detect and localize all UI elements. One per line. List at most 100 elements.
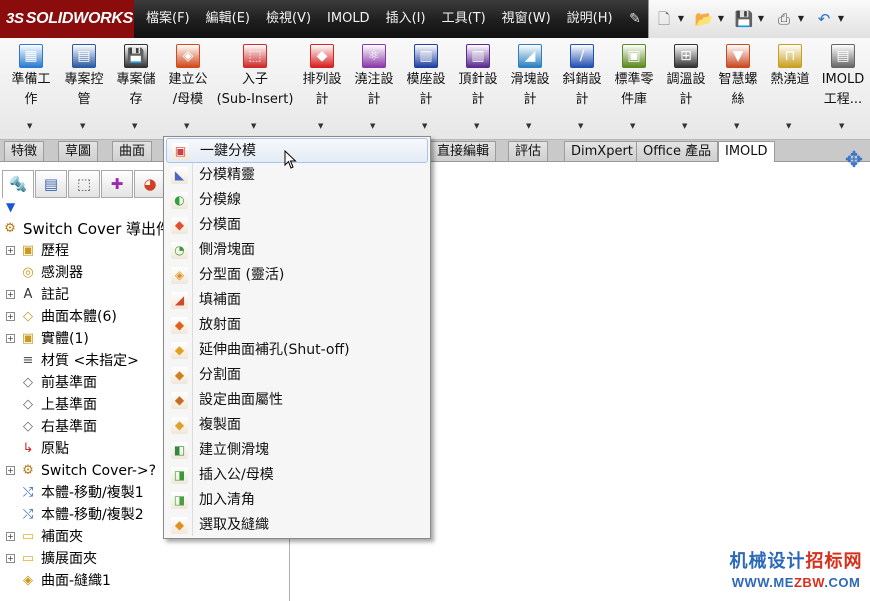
chevron-down-icon[interactable]: ▼ bbox=[422, 122, 427, 130]
filter-icon[interactable]: ▼ bbox=[6, 200, 20, 214]
ribbon-button-core-cavity[interactable]: ◈ 建立公 /母模 ▼ bbox=[162, 38, 214, 140]
tree-item[interactable]: + ▭ 擴展面夾 bbox=[0, 548, 290, 570]
menu-item-flexible-parting[interactable]: ◈ 分型面 (靈活) bbox=[166, 263, 428, 288]
chevron-down-icon[interactable]: ▼ bbox=[184, 122, 189, 130]
chevron-down-icon[interactable]: ▼ bbox=[630, 122, 635, 130]
menu-item-split-face[interactable]: ◆ 分割面 bbox=[166, 363, 428, 388]
chevron-down-icon[interactable]: ▼ bbox=[80, 122, 85, 130]
solidworks-logo[interactable]: 3S SOLIDWORKS bbox=[0, 0, 134, 38]
new-document-icon[interactable]: 🗋 bbox=[653, 8, 675, 30]
menu-item-fill-surface[interactable]: ◢ 填補面 bbox=[166, 288, 428, 313]
tree-item[interactable]: ◈ 曲面-縫織1 bbox=[0, 570, 290, 592]
menu-item-side-slider-face[interactable]: ◔ 側滑塊面 bbox=[166, 238, 428, 263]
save-dropdown[interactable]: ▼ bbox=[755, 8, 767, 30]
ribbon-button-project-control[interactable]: ▤ 專案控 管 ▼ bbox=[58, 38, 110, 140]
menu-item-label: 填補面 bbox=[199, 292, 241, 308]
new-dropdown[interactable]: ▼ bbox=[675, 8, 687, 30]
configuration-manager-icon[interactable]: ⬚ bbox=[68, 170, 100, 198]
tab-6[interactable]: Office 產品 bbox=[636, 141, 719, 161]
undo-icon[interactable]: ↶ bbox=[813, 8, 835, 30]
command-manager: ▦ 準備工 作 ▼ ▤ 專案控 管 ▼ 💾 專案儲 存 ▼ ◈ 建立公 /母模 ▼ ⬚ 入子 (Sub-I… bbox=[0, 38, 870, 140]
chevron-down-icon[interactable]: ▼ bbox=[526, 122, 531, 130]
ribbon-button-layout-design[interactable]: ◆ 排列設 計 ▼ bbox=[296, 38, 348, 140]
tree-item-label: 曲面-縫織1 bbox=[41, 573, 111, 589]
ribbon-button-smart-screw[interactable]: ▼ 智慧螺 絲 ▼ bbox=[712, 38, 764, 140]
menu-item-insert-core-cavity[interactable]: ◨ 插入公/母模 bbox=[166, 463, 428, 488]
menu-item-2[interactable]: 檢視(V) bbox=[258, 0, 319, 38]
display-manager-icon[interactable]: ◕ bbox=[134, 170, 166, 198]
property-manager-icon[interactable]: ▤ bbox=[35, 170, 67, 198]
ribbon-button-mold-base[interactable]: ▥ 模座設 計 ▼ bbox=[400, 38, 452, 140]
expand-toggle-icon[interactable]: + bbox=[6, 532, 15, 541]
menu-item-7[interactable]: 說明(H) bbox=[559, 0, 621, 38]
menu-item-add-corner-relief[interactable]: ◨ 加入清角 bbox=[166, 488, 428, 513]
undo-dropdown[interactable]: ▼ bbox=[835, 8, 847, 30]
plane-icon: ◇ bbox=[23, 375, 33, 390]
expand-toggle-icon[interactable]: + bbox=[6, 334, 15, 343]
ribbon-button-project-save[interactable]: 💾 專案儲 存 ▼ bbox=[110, 38, 162, 140]
menu-item-parting-surface[interactable]: ◆ 分模面 bbox=[166, 213, 428, 238]
menu-item-3[interactable]: IMOLD bbox=[319, 0, 378, 38]
menu-item-radiate-surface[interactable]: ◆ 放射面 bbox=[166, 313, 428, 338]
chevron-down-icon[interactable]: ▼ bbox=[132, 122, 137, 130]
menu-item-shutoff[interactable]: ◆ 延伸曲面補孔(Shut-off) bbox=[166, 338, 428, 363]
expand-toggle-icon[interactable]: + bbox=[6, 312, 15, 321]
menu-item-4[interactable]: 插入(I) bbox=[378, 0, 434, 38]
menu-item-0[interactable]: 檔案(F) bbox=[138, 0, 198, 38]
pin-icon[interactable]: ✎ bbox=[626, 10, 644, 28]
menu-item-copy-face[interactable]: ◆ 複製面 bbox=[166, 413, 428, 438]
chevron-down-icon[interactable]: ▼ bbox=[734, 122, 739, 130]
print-dropdown[interactable]: ▼ bbox=[795, 8, 807, 30]
menu-item-5[interactable]: 工具(T) bbox=[434, 0, 494, 38]
expand-toggle-icon[interactable]: + bbox=[6, 290, 15, 299]
feature-manager-icon[interactable]: 🔩 bbox=[2, 170, 34, 198]
expand-toggle-icon[interactable]: + bbox=[6, 554, 15, 563]
expand-toggle-icon[interactable]: + bbox=[6, 246, 15, 255]
expand-toggle-icon[interactable]: + bbox=[6, 466, 15, 475]
fill-surface-icon: ◢ bbox=[171, 292, 188, 309]
tab-2[interactable]: 曲面 bbox=[112, 141, 153, 161]
chevron-down-icon[interactable]: ▼ bbox=[318, 122, 323, 130]
tab-1[interactable]: 草圖 bbox=[58, 141, 99, 161]
ribbon-button-imold-project[interactable]: ▤ IMOLD 工程... ▼ bbox=[816, 38, 870, 140]
chevron-down-icon[interactable]: ▼ bbox=[578, 122, 583, 130]
ribbon-button-lifter-design[interactable]: ∕ 斜銷設 計 ▼ bbox=[556, 38, 608, 140]
ribbon-button-slider-design[interactable]: ◢ 滑塊設 計 ▼ bbox=[504, 38, 556, 140]
menu-item-1[interactable]: 編輯(E) bbox=[198, 0, 258, 38]
chevron-down-icon[interactable]: ▼ bbox=[839, 122, 844, 130]
chevron-down-icon[interactable]: ▼ bbox=[251, 122, 256, 130]
save-icon[interactable]: 💾 bbox=[733, 8, 755, 30]
tab-4[interactable]: 評估 bbox=[508, 141, 549, 161]
print-icon[interactable]: ⎙ bbox=[773, 8, 795, 30]
chevron-down-icon[interactable]: ▼ bbox=[682, 122, 687, 130]
tab-7[interactable]: IMOLD bbox=[718, 141, 775, 162]
menu-item-select-knit[interactable]: ◆ 選取及縫織 bbox=[166, 513, 428, 538]
tab-0[interactable]: 特徵 bbox=[4, 141, 45, 161]
menu-item-surface-property[interactable]: ◆ 設定曲面屬性 bbox=[166, 388, 428, 413]
menu-item-6[interactable]: 視窗(W) bbox=[494, 0, 559, 38]
ribbon-button-prepare[interactable]: ▦ 準備工 作 ▼ bbox=[4, 38, 58, 140]
ribbon-button-ejector-design[interactable]: ▥ 頂針設 計 ▼ bbox=[452, 38, 504, 140]
open-dropdown[interactable]: ▼ bbox=[715, 8, 727, 30]
chevron-down-icon[interactable]: ▼ bbox=[474, 122, 479, 130]
ribbon-button-standard-parts[interactable]: ▣ 標準零 件庫 ▼ bbox=[608, 38, 660, 140]
part-icon: ⚙ bbox=[4, 221, 16, 236]
menu-item-parting-line[interactable]: ◐ 分模線 bbox=[166, 188, 428, 213]
open-folder-icon[interactable]: 📂 bbox=[693, 8, 715, 30]
chevron-down-icon[interactable]: ▼ bbox=[786, 122, 791, 130]
parting-surface-icon: ◆ bbox=[171, 217, 188, 234]
menu-item-create-slider[interactable]: ◧ 建立側滑塊 bbox=[166, 438, 428, 463]
chevron-down-icon[interactable]: ▼ bbox=[27, 122, 32, 130]
ribbon-button-cooling-design[interactable]: ⊞ 調溫設 計 ▼ bbox=[660, 38, 712, 140]
ribbon-button-label: 斜銷設 計 bbox=[562, 72, 602, 107]
ribbon-button-hot-runner[interactable]: ⊓ 熱澆道 ▼ bbox=[764, 38, 816, 140]
ribbon-button-feed-design[interactable]: ⚛ 澆注設 計 ▼ bbox=[348, 38, 400, 140]
tab-3[interactable]: 直接編輯 bbox=[430, 141, 497, 161]
dimxpert-manager-icon[interactable]: ✚ bbox=[101, 170, 133, 198]
chevron-down-icon[interactable]: ▼ bbox=[370, 122, 375, 130]
ribbon-button-sub-insert[interactable]: ⬚ 入子 (Sub-Insert) ▼ bbox=[214, 38, 296, 140]
tree-item-label: 感測器 bbox=[41, 265, 83, 281]
tab-5[interactable]: DimXpert bbox=[564, 141, 640, 161]
folder-icon: ▭ bbox=[21, 529, 35, 544]
move-icon[interactable]: ✥ bbox=[842, 149, 866, 173]
